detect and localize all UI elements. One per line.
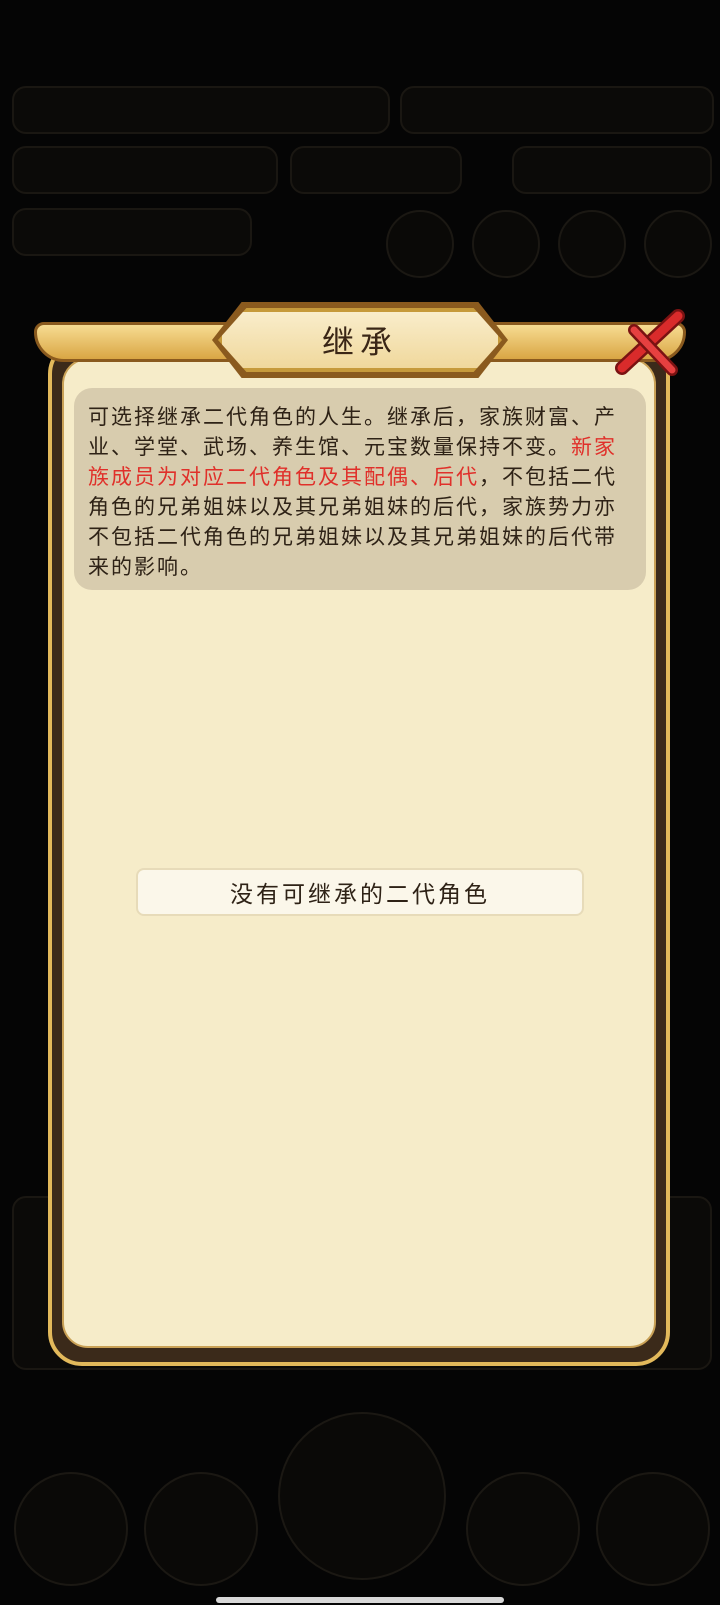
bg-circle bbox=[386, 210, 454, 278]
home-indicator[interactable] bbox=[216, 1597, 504, 1603]
close-x-icon bbox=[615, 309, 685, 376]
bg-bar bbox=[12, 208, 252, 256]
dialog-title: 继承 bbox=[321, 323, 398, 361]
bg-bar bbox=[512, 146, 712, 194]
close-button[interactable] bbox=[612, 308, 688, 376]
bg-bar bbox=[400, 86, 714, 134]
bg-circle bbox=[144, 1472, 258, 1586]
bg-circle bbox=[558, 210, 626, 278]
bg-circle bbox=[596, 1472, 710, 1586]
title-plate: 继承 bbox=[218, 308, 502, 372]
bg-bar bbox=[12, 86, 390, 134]
description-text: 可选择继承二代角色的人生。继承后，家族财富、产业、学堂、武场、养生馆、元宝数量保… bbox=[88, 405, 617, 459]
bg-bar bbox=[290, 146, 462, 194]
bg-circle bbox=[472, 210, 540, 278]
bg-circle bbox=[14, 1472, 128, 1586]
empty-state-message: 没有可继承的二代角色 bbox=[136, 868, 584, 916]
empty-message-text: 没有可继承的二代角色 bbox=[230, 882, 490, 908]
bg-circle bbox=[644, 210, 712, 278]
bg-circle bbox=[278, 1412, 446, 1580]
description-box: 可选择继承二代角色的人生。继承后，家族财富、产业、学堂、武场、养生馆、元宝数量保… bbox=[74, 388, 646, 590]
bg-bar bbox=[12, 146, 278, 194]
bg-circle bbox=[466, 1472, 580, 1586]
